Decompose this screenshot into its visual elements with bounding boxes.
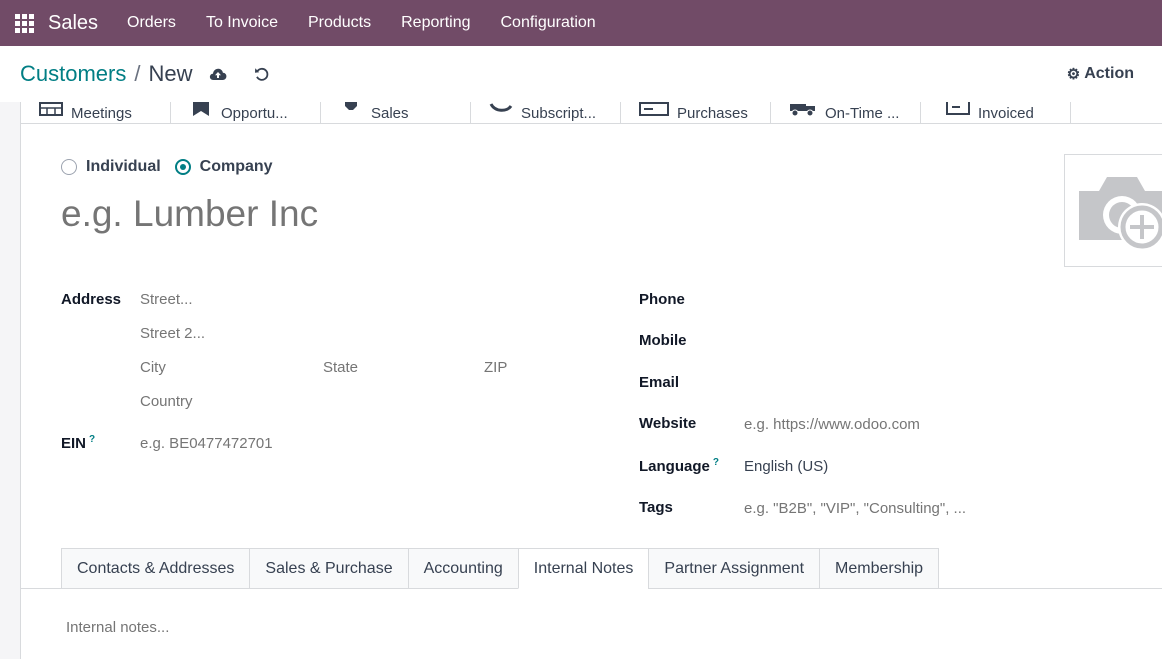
tab-contacts-addresses[interactable]: Contacts & Addresses [61, 548, 250, 589]
smart-button-label: Opportu... [221, 105, 288, 122]
refresh-icon [489, 103, 513, 112]
address-label: Address [61, 291, 122, 308]
smart-button-opportunities[interactable]: Opportu... [171, 102, 321, 124]
smart-button-label: Sales [371, 105, 409, 122]
menu-reporting[interactable]: Reporting [386, 0, 485, 46]
website-label: Website [639, 415, 697, 432]
breadcrumb-current: New [148, 61, 193, 86]
ein-label: EIN? [61, 434, 95, 452]
language-label: Language? [639, 457, 719, 475]
avatar-upload[interactable] [1064, 154, 1162, 267]
individual-label[interactable]: Individual [86, 158, 161, 176]
smart-button-on-time[interactable]: On-Time ... [771, 102, 921, 124]
cloud-upload-icon[interactable] [207, 63, 229, 85]
individual-radio[interactable] [61, 159, 77, 175]
action-button[interactable]: ⚙ Action [1067, 65, 1134, 83]
action-label: Action [1084, 65, 1134, 82]
dollar-icon [345, 102, 357, 110]
invoice-icon [946, 102, 970, 115]
smart-button-label: Subscript... [521, 105, 597, 122]
ein-help-icon[interactable]: ? [89, 434, 95, 445]
smart-button-subscriptions[interactable]: Subscript... [471, 102, 621, 124]
camera-plus-icon [1079, 177, 1162, 251]
apps-menu-icon[interactable] [0, 0, 48, 46]
state-input[interactable] [323, 359, 473, 376]
email-label: Email [639, 374, 680, 391]
gear-icon: ⚙ [1066, 66, 1081, 83]
credit-card-icon [639, 102, 669, 116]
tags-input[interactable] [744, 500, 1124, 517]
calendar-icon [39, 102, 63, 116]
breadcrumb-separator: / [134, 61, 141, 86]
tab-accounting[interactable]: Accounting [407, 548, 518, 589]
undo-icon[interactable] [251, 63, 273, 85]
tab-membership[interactable]: Membership [819, 548, 940, 589]
street2-input[interactable] [140, 325, 540, 342]
city-input[interactable] [140, 359, 310, 376]
breadcrumb: Customers / New [20, 61, 193, 87]
truck-icon [790, 104, 815, 116]
smart-button-invoiced[interactable]: Invoiced [921, 102, 1071, 124]
smart-button-meetings[interactable]: Meetings [21, 102, 171, 124]
control-panel: Customers / New ⚙ Action [0, 46, 1162, 102]
smart-button-label: Invoiced [978, 105, 1034, 122]
street-input[interactable] [140, 291, 540, 308]
menu-orders[interactable]: Orders [112, 0, 191, 46]
smart-button-sales[interactable]: Sales [321, 102, 471, 124]
website-input[interactable] [744, 416, 1124, 433]
smart-button-label: On-Time ... [825, 105, 900, 122]
star-icon [193, 102, 209, 116]
internal-notes-input[interactable] [66, 619, 666, 636]
breadcrumb-customers[interactable]: Customers [20, 61, 126, 87]
top-navbar: Sales Orders To Invoice Products Reporti… [0, 0, 1162, 46]
tab-partner-assignment[interactable]: Partner Assignment [648, 548, 820, 589]
ein-label-text: EIN [61, 435, 87, 452]
phone-label: Phone [639, 291, 685, 308]
form-sheet: Meetings Opportu... Sales Subscript... P… [20, 102, 1162, 659]
language-select[interactable]: English (US) [744, 458, 828, 475]
menu-to-invoice[interactable]: To Invoice [191, 0, 293, 46]
smart-button-label: Purchases [677, 105, 748, 122]
smart-buttons: Meetings Opportu... Sales Subscript... P… [21, 102, 1162, 124]
company-radio[interactable] [174, 159, 191, 175]
notebook-tabs: Contacts & Addresses Sales & Purchase Ac… [61, 548, 940, 589]
company-label[interactable]: Company [200, 158, 273, 176]
language-label-text: Language [639, 458, 710, 475]
left-gutter [0, 102, 20, 659]
country-input[interactable] [140, 393, 540, 410]
app-name[interactable]: Sales [48, 12, 98, 35]
smart-button-purchases[interactable]: Purchases [621, 102, 771, 124]
smart-button-label: Meetings [71, 105, 132, 122]
tab-sales-purchase[interactable]: Sales & Purchase [249, 548, 408, 589]
customer-name-input[interactable] [61, 192, 761, 236]
tags-label: Tags [639, 499, 673, 516]
menu-configuration[interactable]: Configuration [486, 0, 611, 46]
zip-input[interactable] [484, 359, 554, 376]
mobile-label: Mobile [639, 332, 687, 349]
company-type-radio-group: Individual Company [61, 158, 287, 176]
language-help-icon[interactable]: ? [713, 457, 719, 468]
menu-products[interactable]: Products [293, 0, 386, 46]
tab-internal-notes[interactable]: Internal Notes [517, 548, 649, 589]
ein-input[interactable] [140, 435, 540, 452]
